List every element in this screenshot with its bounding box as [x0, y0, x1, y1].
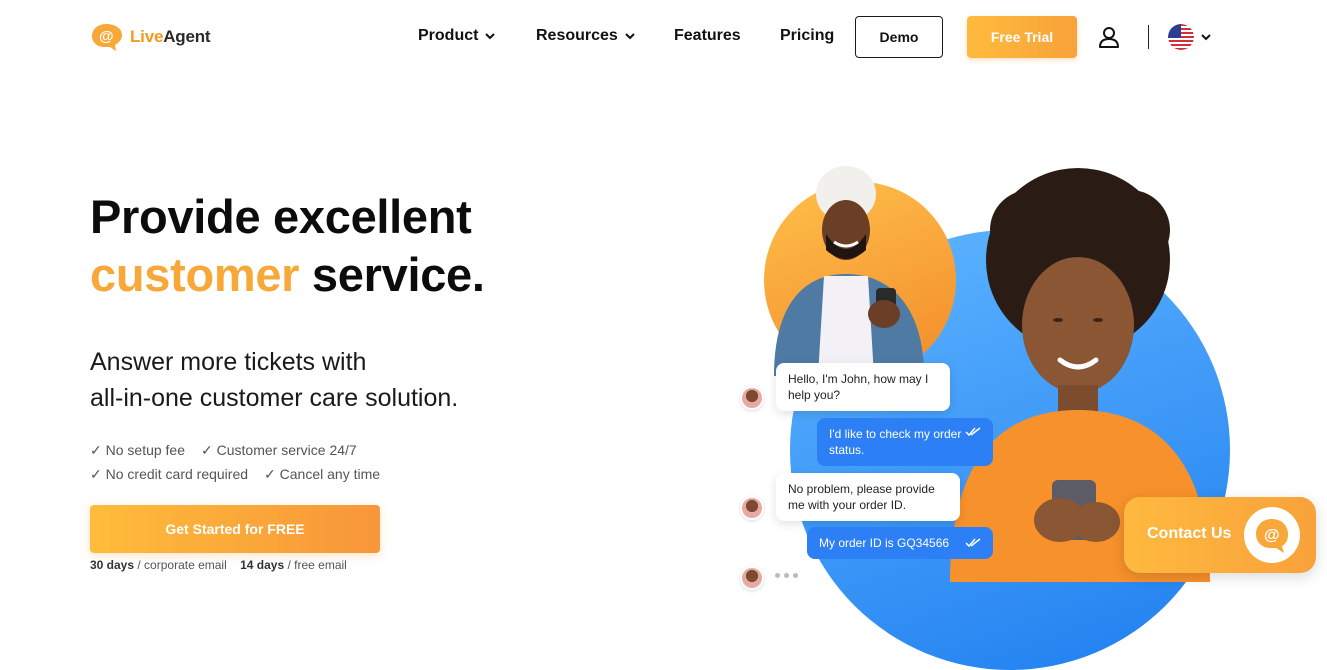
man-with-phone-image: [774, 166, 924, 376]
svg-text:@: @: [1264, 527, 1280, 544]
chat-bubble-icon: @: [1256, 519, 1288, 553]
nav-item-label: Pricing: [780, 27, 835, 44]
nav-item-pricing[interactable]: Pricing: [780, 27, 834, 45]
check-item: ✓ No setup fee: [90, 442, 186, 458]
us-flag-icon: [1168, 24, 1194, 50]
demo-button[interactable]: Demo: [855, 16, 943, 58]
hero-subtitle: Answer more tickets with all-in-one cust…: [90, 344, 458, 416]
agent-avatar: [740, 386, 764, 410]
nav-item-resources[interactable]: Resources: [536, 27, 636, 45]
chat-message-agent: Hello, I'm John, how may I help you?: [776, 363, 950, 411]
hero-subtitle-line2: all-in-one customer care solution.: [90, 384, 459, 412]
agent-avatar: [740, 566, 764, 590]
nav-item-label: Features: [674, 27, 741, 44]
svg-text:@: @: [99, 28, 114, 45]
liveagent-logo-icon: @: [92, 24, 122, 51]
hero-subtitle-line1: Answer more tickets with: [90, 348, 367, 376]
header-divider: [1148, 25, 1149, 49]
check-item: ✓ Cancel any time: [264, 466, 381, 482]
hero-title-line1: Provide excellent: [90, 190, 472, 243]
hero-title-end: service.: [299, 248, 485, 301]
chat-message-customer: My order ID is GQ34566: [807, 527, 993, 559]
logo-text: LiveAgent: [130, 27, 211, 47]
nav-item-label: Resources: [536, 27, 618, 44]
contact-us-label: Contact Us: [1147, 525, 1232, 542]
double-check-icon: [965, 427, 981, 437]
hero-title: Provide excellent customer service.: [90, 188, 485, 304]
feature-checklist: ✓ No setup fee ✓ Customer service 24/7 ✓…: [90, 438, 380, 486]
chat-message-text: I'd like to check my order status.: [829, 427, 962, 457]
chevron-down-icon: [625, 33, 635, 40]
free-trial-button[interactable]: Free Trial: [967, 16, 1077, 58]
typing-indicator: [775, 573, 798, 578]
chevron-down-icon: [485, 33, 496, 40]
logo-text-live: Live: [130, 27, 164, 46]
chat-message-customer: I'd like to check my order status.: [817, 418, 993, 466]
logo[interactable]: @ LiveAgent: [90, 22, 211, 52]
nav-item-product[interactable]: Product: [418, 27, 496, 45]
trial-text-corporate: / corporate email: [134, 558, 227, 572]
hero-title-accent: customer: [90, 248, 300, 301]
trial-days-corporate: 30 days: [90, 558, 135, 572]
get-started-button[interactable]: Get Started for FREE: [90, 505, 380, 553]
contact-us-widget[interactable]: Contact Us @: [1124, 497, 1316, 573]
agent-avatar: [740, 496, 764, 520]
chevron-down-icon: [1201, 34, 1211, 41]
logo-text-agent: Agent: [163, 27, 211, 46]
nav-item-label: Product: [418, 27, 479, 44]
user-account-icon[interactable]: [1098, 26, 1120, 48]
trial-text-free: / free email: [284, 558, 347, 572]
chat-message-agent: No problem, please provide me with your …: [776, 473, 960, 521]
language-selector[interactable]: [1168, 24, 1212, 50]
contact-icon-circle: @: [1244, 507, 1300, 563]
nav-item-features[interactable]: Features: [674, 27, 741, 45]
site-header: @ LiveAgent Product Resources Features P…: [0, 0, 1327, 74]
check-item: ✓ Customer service 24/7: [201, 442, 357, 458]
trial-days-free: 14 days: [240, 558, 285, 572]
double-check-icon: [965, 538, 981, 548]
trial-notes: 30 days / corporate email 14 days / free…: [90, 558, 347, 572]
chat-message-text: My order ID is GQ34566: [819, 536, 950, 550]
check-item: ✓ No credit card required: [90, 466, 249, 482]
